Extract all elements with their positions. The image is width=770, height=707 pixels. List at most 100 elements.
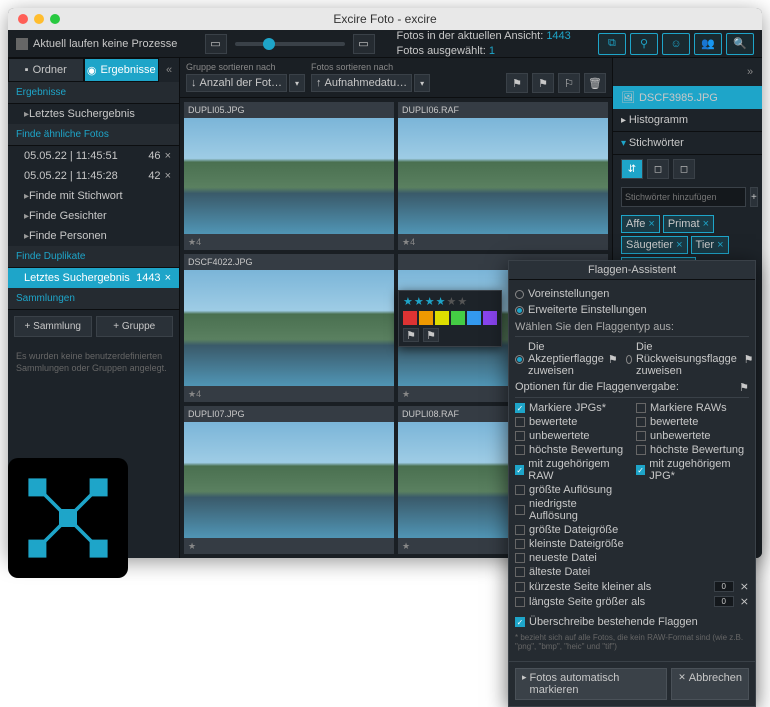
remove-icon[interactable]: × — [165, 272, 171, 284]
dropdown-icon[interactable]: ▾ — [414, 74, 430, 92]
presets-radio[interactable]: Voreinstellungen — [515, 286, 749, 302]
thumb-small-button[interactable]: ▭ — [205, 34, 227, 54]
max-side-option[interactable]: längste Seite größer als0⨯ — [515, 594, 749, 609]
star-icon: ★ — [402, 389, 410, 400]
people-icon[interactable]: 👥 — [694, 33, 722, 55]
flag-option[interactable]: kleinste Dateigröße — [515, 537, 628, 551]
cancel-button[interactable]: ✕ Abbrechen — [671, 668, 749, 700]
selected-file[interactable]: 🖼DSCF3985.JPG — [613, 86, 762, 109]
search-history-item[interactable]: 05.05.22 | 11:45:2842× — [8, 166, 179, 186]
find-people-item[interactable]: ▸ Finde Personen — [8, 226, 179, 246]
flag-option[interactable]: unbewertete — [636, 429, 749, 443]
minimize-window-button[interactable] — [34, 14, 44, 24]
flag-option[interactable]: höchste Bewertung — [636, 443, 749, 457]
color-swatch[interactable] — [483, 311, 497, 325]
group-sort-select[interactable]: ↓Anzahl der Fot… — [186, 74, 287, 92]
reject-flag-radio[interactable]: Die Rückweisungsflagge zuweisen ⚑ — [626, 340, 754, 378]
keyword-hierarchy-icon[interactable]: ⇵ — [621, 159, 643, 179]
remove-tag-icon[interactable]: × — [676, 239, 682, 251]
remove-icon[interactable]: × — [165, 150, 171, 162]
color-swatch[interactable] — [467, 311, 481, 325]
close-window-button[interactable] — [18, 14, 28, 24]
similar-icon[interactable]: ⚲ — [630, 33, 658, 55]
popup-flag-accept-icon[interactable]: ⚑ — [403, 328, 419, 342]
last-search-item[interactable]: ▸ Letztes Suchergebnis — [8, 104, 179, 124]
flag-option[interactable]: Markiere RAWs — [636, 401, 749, 415]
flag-option[interactable]: größte Auflösung — [515, 483, 628, 497]
flag-option[interactable]: älteste Datei — [515, 565, 628, 579]
keyword-tag[interactable]: Affe× — [621, 215, 660, 233]
section-collections[interactable]: Sammlungen — [8, 288, 179, 310]
color-swatch[interactable] — [435, 311, 449, 325]
flag-option[interactable]: bewertete — [515, 415, 628, 429]
flag-icon: ⚑ — [608, 353, 618, 366]
dropdown-icon[interactable]: ▾ — [289, 74, 305, 92]
flag-option[interactable]: neueste Datei — [515, 551, 628, 565]
photo-sort-select[interactable]: ↑Aufnahmedatu… — [311, 74, 412, 92]
flag-option[interactable]: ✓Markiere JPGs* — [515, 401, 628, 415]
remove-icon[interactable]: × — [165, 170, 171, 182]
popup-flag-reject-icon[interactable]: ⚑ — [423, 328, 439, 342]
color-swatch[interactable] — [419, 311, 433, 325]
flag-option[interactable]: unbewertete — [515, 429, 628, 443]
flag-clear-icon[interactable]: ⚐ — [558, 73, 580, 93]
tab-folder[interactable]: ▪Ordner — [8, 58, 84, 82]
color-swatch[interactable] — [451, 311, 465, 325]
rating-popup: ★★★★★★ ⚑ ⚑ — [398, 290, 502, 347]
section-results[interactable]: Ergebnisse — [8, 82, 179, 104]
section-find-duplicates[interactable]: Finde Duplikate — [8, 246, 179, 268]
collapse-left-icon[interactable]: « — [159, 58, 179, 82]
add-group-button[interactable]: + Gruppe — [96, 316, 174, 337]
keyword-view2-icon[interactable]: ◻ — [673, 159, 695, 179]
keyword-tag[interactable]: Tier× — [691, 236, 729, 254]
flag-option[interactable]: ✓mit zugehörigem RAW — [515, 457, 628, 483]
tab-results[interactable]: ◉Ergebnisse — [84, 58, 160, 82]
section-find-similar[interactable]: Finde ähnliche Fotos — [8, 124, 179, 146]
keyword-tag[interactable]: Primat× — [663, 215, 714, 233]
section-histogram[interactable]: ▸ Histogramm — [613, 109, 762, 132]
search-icon[interactable]: 🔍 — [726, 33, 754, 55]
delete-icon[interactable]: 🗑 — [584, 73, 606, 93]
duplicates-icon[interactable]: ⧉ — [598, 33, 626, 55]
advanced-radio[interactable]: Erweiterte Einstellungen — [515, 302, 749, 318]
color-swatch[interactable] — [403, 311, 417, 325]
find-keyword-item[interactable]: ▸ Finde mit Stichwort — [8, 186, 179, 206]
thumbnail[interactable]: DUPLI07.JPG★ — [184, 406, 394, 554]
duplicates-last-item[interactable]: Letztes Suchergebnis1443× — [8, 268, 179, 288]
remove-tag-icon[interactable]: × — [717, 239, 723, 251]
flag-option[interactable]: bewertete — [636, 415, 749, 429]
flag-option[interactable]: niedrigste Auflösung — [515, 497, 628, 523]
accept-flag-radio[interactable]: Die Akzeptierflagge zuweisen ⚑ — [515, 340, 618, 378]
photo-sort-label: Fotos sortieren nach — [311, 62, 430, 72]
flag-option[interactable]: größte Dateigröße — [515, 523, 628, 537]
faces-icon[interactable]: ☺ — [662, 33, 690, 55]
keyword-view1-icon[interactable]: ◻ — [647, 159, 669, 179]
maximize-window-button[interactable] — [50, 14, 60, 24]
flag-accept-icon[interactable]: ⚑ — [506, 73, 528, 93]
find-faces-item[interactable]: ▸ Finde Gesichter — [8, 206, 179, 226]
flag-reject-icon[interactable]: ⚑ — [532, 73, 554, 93]
flag-option[interactable]: höchste Bewertung — [515, 443, 628, 457]
remove-tag-icon[interactable]: × — [648, 218, 654, 230]
process-status: Aktuell laufen keine Prozesse — [16, 38, 177, 50]
remove-tag-icon[interactable]: × — [703, 218, 709, 230]
min-side-option[interactable]: kürzeste Seite kleiner als0⨯ — [515, 579, 749, 594]
collapse-right-icon[interactable]: » — [740, 60, 760, 84]
thumbnail[interactable]: DUPLI06.RAF★4 — [398, 102, 608, 250]
thumbnail[interactable]: DUPLI05.JPG★4 — [184, 102, 394, 250]
mark-photos-button[interactable]: ▸ Fotos automatisch markieren — [515, 668, 667, 700]
keyword-tag[interactable]: Säugetier× — [621, 236, 688, 254]
flag-option[interactable]: ✓mit zugehörigem JPG* — [636, 457, 749, 483]
thumb-image — [184, 270, 394, 386]
search-history-item[interactable]: 05.05.22 | 11:45:5146× — [8, 146, 179, 166]
add-collection-button[interactable]: + Sammlung — [14, 316, 92, 337]
star-rating[interactable]: ★★★★★★ — [403, 295, 497, 308]
section-keywords[interactable]: ▾ Stichwörter — [613, 132, 762, 155]
add-keyword-input[interactable] — [621, 187, 746, 207]
thumb-large-button[interactable]: ▭ — [353, 34, 375, 54]
thumb-size-slider[interactable] — [235, 42, 345, 46]
add-keyword-button[interactable]: + — [750, 187, 758, 207]
results-icon: ◉ — [87, 64, 97, 77]
overwrite-checkbox[interactable]: ✓Überschreibe bestehende Flaggen — [515, 615, 749, 629]
thumbnail[interactable]: DSCF4022.JPG★4 — [184, 254, 394, 402]
